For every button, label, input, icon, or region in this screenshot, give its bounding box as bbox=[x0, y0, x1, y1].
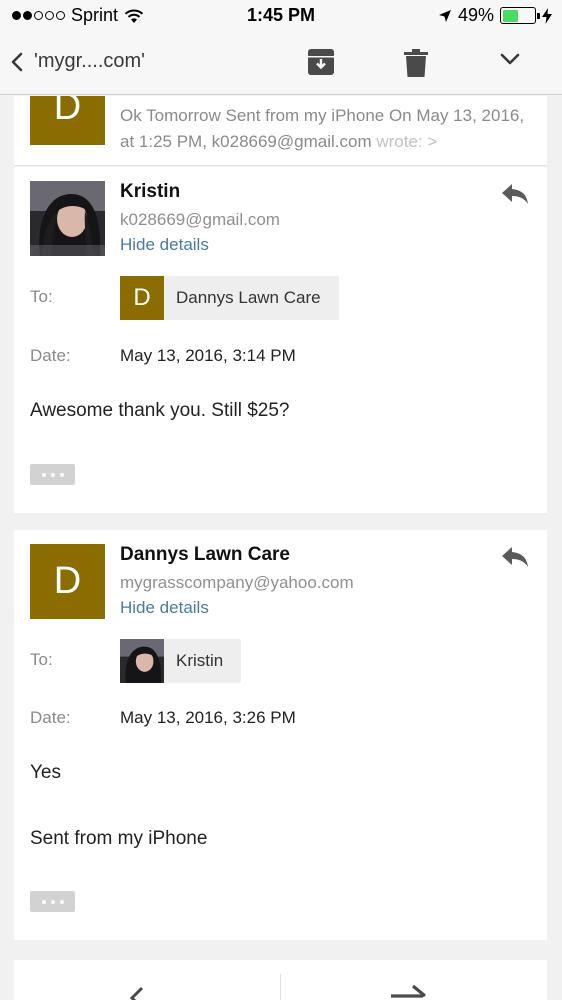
date-label: Date: bbox=[30, 708, 71, 727]
collapsed-message[interactable]: D Ok Tomorrow Sent from my iPhone On May… bbox=[14, 96, 547, 166]
date-label: Date: bbox=[30, 346, 71, 365]
message-card: Kristin k028669@gmail.com Hide details T… bbox=[14, 167, 547, 513]
status-right-group: 49% bbox=[438, 5, 552, 26]
archive-icon bbox=[308, 49, 334, 75]
recipient-photo bbox=[120, 639, 164, 683]
back-button[interactable]: 'mygr....com' bbox=[10, 50, 145, 73]
recipient-chip[interactable]: Kristin bbox=[120, 639, 242, 683]
status-bar: Sprint 1:45 PM 49% bbox=[0, 0, 562, 34]
battery-icon bbox=[500, 7, 540, 24]
sender-email: k028669@gmail.com bbox=[120, 210, 280, 229]
recipient-avatar: D bbox=[120, 276, 164, 320]
recipient-chip[interactable]: D Dannys Lawn Care bbox=[120, 276, 339, 320]
message-card: D Dannys Lawn Care mygrasscompany@yahoo.… bbox=[14, 530, 547, 940]
profile-photo bbox=[30, 181, 105, 256]
avatar-letter: D bbox=[53, 560, 82, 602]
recipient-name: Kristin bbox=[176, 651, 224, 670]
thread-navigation bbox=[14, 960, 547, 1000]
reply-button[interactable] bbox=[501, 546, 529, 573]
back-label: 'mygr....com' bbox=[34, 50, 145, 72]
message-date: May 13, 2016, 3:26 PM bbox=[120, 708, 296, 727]
recipient-avatar-letter: D bbox=[133, 284, 151, 311]
avatar: D bbox=[30, 544, 105, 619]
avatar: D bbox=[30, 96, 105, 145]
to-label: To: bbox=[30, 287, 53, 306]
message-snippet: Ok Tomorrow Sent from my iPhone On May 1… bbox=[120, 103, 530, 155]
message-toolbar: 'mygr....com' bbox=[0, 34, 562, 95]
conversation-thread[interactable]: D Ok Tomorrow Sent from my iPhone On May… bbox=[0, 96, 562, 1000]
location-arrow-icon bbox=[438, 9, 451, 22]
nav-divider bbox=[280, 974, 281, 1000]
archive-button[interactable] bbox=[307, 48, 335, 81]
chevron-down-icon bbox=[500, 53, 520, 65]
hide-details-link[interactable]: Hide details bbox=[120, 598, 209, 618]
snippet-faded-text: wrote: > bbox=[376, 132, 438, 151]
hide-details-link[interactable]: Hide details bbox=[120, 235, 209, 255]
message-body-line: Awesome thank you. Still $25? bbox=[30, 400, 290, 421]
next-message-button[interactable] bbox=[389, 984, 429, 1000]
sender-email: mygrasscompany@yahoo.com bbox=[120, 573, 354, 592]
previous-message-button[interactable] bbox=[126, 986, 156, 1000]
battery-percent: 49% bbox=[457, 5, 494, 25]
message-body-line: Yes bbox=[30, 762, 61, 783]
arrow-right-icon bbox=[391, 984, 427, 998]
more-options-button[interactable] bbox=[499, 52, 521, 71]
trash-icon bbox=[404, 49, 428, 77]
message-body-line: Sent from my iPhone bbox=[30, 828, 208, 849]
reply-icon bbox=[502, 184, 528, 204]
charging-bolt-icon bbox=[542, 7, 552, 24]
sender-name: Dannys Lawn Care bbox=[120, 544, 290, 565]
to-label: To: bbox=[30, 650, 53, 669]
avatar-letter: D bbox=[53, 96, 82, 128]
reply-button[interactable] bbox=[501, 183, 529, 210]
delete-button[interactable] bbox=[404, 48, 428, 83]
avatar bbox=[30, 181, 105, 256]
message-date: May 13, 2016, 3:14 PM bbox=[120, 346, 296, 365]
show-quoted-text-button[interactable] bbox=[30, 464, 75, 485]
recipient-name: Dannys Lawn Care bbox=[176, 288, 321, 307]
reply-icon bbox=[502, 547, 528, 567]
chevron-left-icon bbox=[11, 52, 23, 71]
sender-name: Kristin bbox=[120, 181, 181, 202]
snippet-text: Ok Tomorrow Sent from my iPhone On May 1… bbox=[120, 106, 525, 151]
battery-level-fill bbox=[502, 9, 518, 22]
show-quoted-text-button[interactable] bbox=[30, 891, 75, 912]
arrow-left-icon bbox=[129, 986, 144, 1000]
